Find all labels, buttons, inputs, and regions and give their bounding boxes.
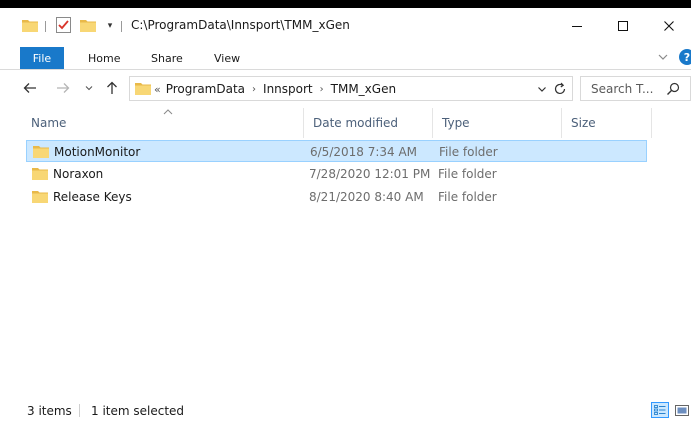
navigation-pane-edge	[0, 108, 22, 398]
up-button[interactable]	[104, 80, 120, 96]
file-date-modified: 8/21/2020 8:40 AM	[309, 190, 424, 204]
breadcrumb-separator-icon[interactable]: ›	[252, 84, 256, 95]
table-row[interactable]: MotionMonitor 6/5/2018 7:34 AM File fold…	[26, 140, 647, 162]
new-folder-icon[interactable]	[80, 19, 96, 32]
window-frame-edge	[0, 0, 691, 8]
file-date-modified: 7/28/2020 12:01 PM	[309, 167, 431, 181]
refresh-icon	[554, 82, 566, 95]
minimize-button[interactable]	[554, 12, 600, 40]
back-button[interactable]	[22, 80, 38, 96]
item-count: 3 items	[27, 404, 72, 418]
details-view-icon	[654, 405, 666, 415]
file-type: File folder	[438, 167, 497, 181]
breadcrumb-separator-icon[interactable]: ›	[320, 84, 324, 95]
search-box[interactable]: Search T...	[580, 76, 691, 101]
minimize-icon	[572, 26, 582, 27]
status-bar: 3 items 1 item selected	[0, 398, 691, 421]
large-icons-view-icon	[675, 404, 689, 416]
window-title: C:\ProgramData\Innsport\TMM_xGen	[131, 18, 350, 32]
navigation-bar: « ProgramData › Innsport › TMM_xGen Sear…	[0, 70, 691, 108]
folder-icon	[33, 146, 49, 158]
forward-button[interactable]	[55, 80, 71, 96]
details-view-button[interactable]	[651, 402, 669, 418]
toolbar-separator	[121, 21, 122, 32]
file-type: File folder	[438, 190, 497, 204]
tab-share[interactable]: Share	[151, 47, 183, 69]
forward-arrow-icon	[57, 83, 70, 93]
breadcrumb-innsport[interactable]: Innsport	[263, 82, 313, 96]
close-icon	[664, 21, 674, 31]
tab-view[interactable]: View	[214, 47, 240, 69]
back-arrow-icon	[23, 83, 36, 93]
maximize-button[interactable]	[600, 12, 646, 40]
help-icon[interactable]: ?	[679, 49, 691, 65]
file-date-modified: 6/5/2018 7:34 AM	[310, 145, 418, 159]
breadcrumb: « ProgramData › Innsport › TMM_xGen	[154, 82, 396, 96]
column-headers: Name Date modified Type Size	[22, 108, 691, 138]
column-divider[interactable]	[651, 108, 652, 138]
recent-locations-button[interactable]	[83, 80, 95, 96]
properties-icon[interactable]	[56, 17, 71, 33]
file-type: File folder	[439, 145, 498, 159]
refresh-button[interactable]	[552, 81, 568, 97]
quick-access-dropdown-icon[interactable]: ▾	[104, 20, 116, 32]
file-name: Release Keys	[53, 190, 132, 204]
folder-icon	[135, 83, 151, 95]
tab-home[interactable]: Home	[88, 47, 120, 69]
column-header-name[interactable]: Name	[22, 108, 303, 138]
file-name: Noraxon	[53, 167, 104, 181]
table-row[interactable]: Release Keys 8/21/2020 8:40 AM File fold…	[26, 186, 647, 208]
expand-ribbon-chevron-icon[interactable]	[657, 52, 669, 62]
table-row[interactable]: Noraxon 7/28/2020 12:01 PM File folder	[26, 163, 647, 185]
breadcrumb-programdata[interactable]: ProgramData	[166, 82, 245, 96]
breadcrumb-tmm-xgen[interactable]: TMM_xGen	[331, 82, 396, 96]
large-icons-view-button[interactable]	[673, 402, 691, 418]
maximize-icon	[618, 21, 628, 31]
toolbar-separator	[45, 21, 46, 32]
breadcrumb-overflow[interactable]: «	[154, 83, 161, 96]
folder-icon	[22, 20, 38, 32]
search-input[interactable]: Search T...	[591, 82, 653, 96]
address-dropdown-icon[interactable]	[536, 83, 548, 95]
folder-icon	[32, 168, 48, 180]
close-button[interactable]	[646, 12, 691, 40]
tab-file[interactable]: File	[20, 47, 64, 69]
search-icon[interactable]	[665, 81, 681, 97]
column-header-size[interactable]: Size	[562, 108, 651, 138]
column-header-date-modified[interactable]: Date modified	[304, 108, 432, 138]
file-name: MotionMonitor	[54, 145, 141, 159]
address-bar[interactable]: « ProgramData › Innsport › TMM_xGen	[129, 76, 573, 101]
ribbon-tabs: File Home Share View ?	[0, 42, 691, 70]
title-bar: ▾ C:\ProgramData\Innsport\TMM_xGen	[0, 0, 691, 42]
chevron-down-icon	[85, 86, 93, 91]
folder-icon	[32, 191, 48, 203]
up-arrow-icon	[107, 81, 117, 94]
selection-count: 1 item selected	[91, 404, 185, 418]
status-separator	[79, 404, 80, 417]
column-header-type[interactable]: Type	[433, 108, 561, 138]
